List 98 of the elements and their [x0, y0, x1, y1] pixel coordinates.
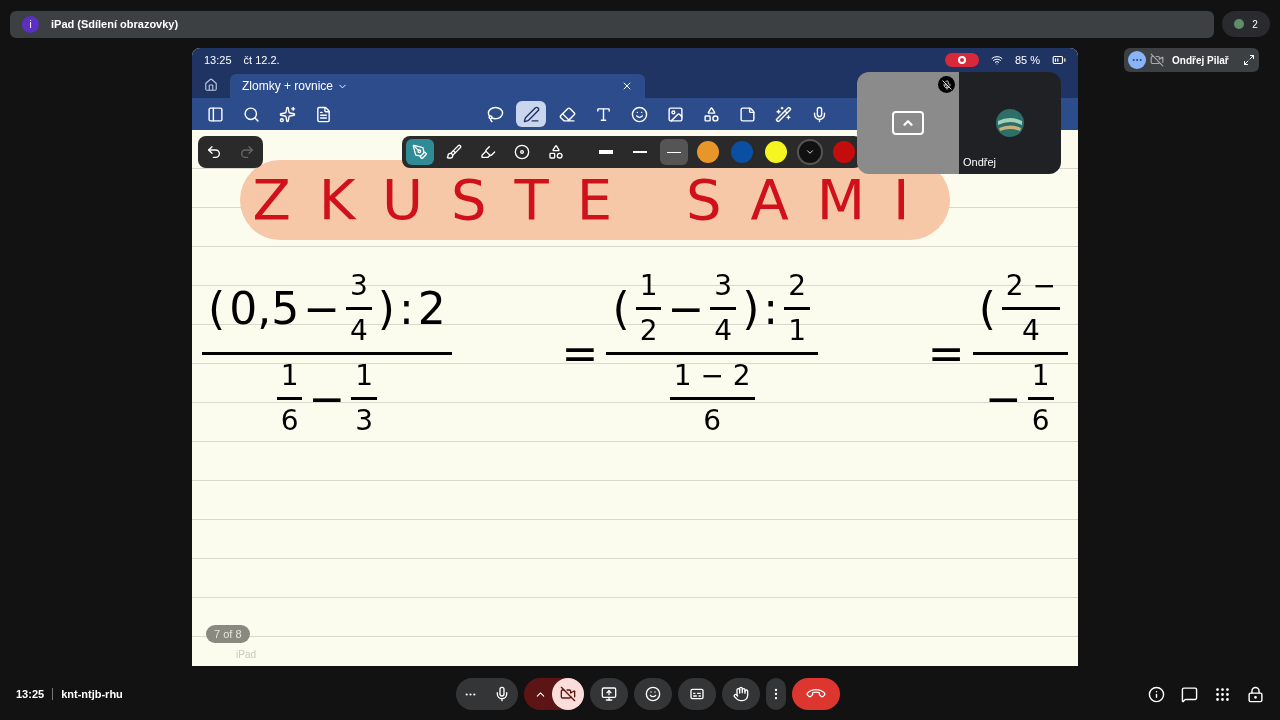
equals-sign: = [561, 326, 599, 381]
battery-level: 85 % [1014, 52, 1040, 68]
close-icon[interactable] [621, 80, 633, 92]
expand-icon[interactable] [1243, 54, 1255, 66]
presentation-title: iPad (Sdílení obrazovky) [51, 16, 179, 32]
status-time: 13:25 [204, 52, 232, 68]
numerator: 1 [1030, 358, 1051, 394]
math-symbol: 2 [417, 281, 446, 336]
info-icon[interactable] [1148, 685, 1165, 703]
camera-off-icon [560, 686, 576, 702]
search-icon [242, 105, 260, 123]
numerator: 2 − [1004, 268, 1057, 304]
color-swatch[interactable] [697, 141, 719, 163]
numerator: 2 [787, 268, 807, 304]
leave-call-button[interactable] [792, 678, 840, 710]
lock-icon[interactable] [1247, 685, 1264, 703]
handwritten-heading: ZKUSTE SAMI [252, 166, 938, 234]
denominator: 6 [702, 403, 723, 439]
avatar-icon [1234, 19, 1245, 29]
denominator: 3 [354, 403, 375, 439]
smiley-icon [630, 105, 648, 123]
chevron-down-icon [805, 147, 815, 157]
image-icon [666, 105, 684, 123]
numerator: 1 [279, 358, 300, 394]
meeting-code: knt-ntjb-rhu [61, 686, 123, 702]
note-icon [738, 105, 756, 123]
numerator: 3 [349, 268, 369, 304]
highlighter-icon [480, 144, 496, 160]
pen-icon [522, 105, 540, 123]
math-symbol: ) [377, 281, 396, 336]
share-screen-icon [892, 111, 924, 135]
numerator: 1 [638, 268, 659, 304]
fountain-pen-icon [412, 144, 428, 160]
document-icon [314, 105, 332, 123]
math-symbol: : [763, 281, 779, 336]
presenter-badge: i [22, 15, 39, 33]
denominator: 2 [638, 313, 659, 349]
math-symbol: − [308, 371, 346, 426]
sparkle-icon [278, 105, 296, 123]
fountain-pen-tool[interactable] [406, 139, 434, 165]
shapes-icon [702, 105, 720, 123]
text-box-icon [594, 105, 612, 123]
present-button[interactable] [590, 678, 628, 710]
denominator: 6 [279, 403, 300, 439]
lasso-icon [486, 105, 504, 123]
chat-icon[interactable] [1181, 685, 1198, 703]
shapes-icon [548, 144, 564, 160]
status-date: čt 12.2. [243, 52, 280, 68]
math-symbol: − [303, 281, 341, 336]
color-swatch[interactable] [833, 141, 855, 163]
numerator: 3 [713, 268, 734, 304]
math-symbol: : [399, 281, 414, 336]
numerator: 1 − 2 [672, 358, 752, 394]
avatar-icon [996, 109, 1024, 137]
wifi-icon [990, 54, 1003, 66]
math-symbol: − [984, 371, 1022, 426]
brush-icon [446, 144, 462, 160]
meeting-time: 13:25 [16, 686, 45, 702]
undo-icon[interactable] [206, 144, 223, 160]
math-symbol: ( [208, 281, 226, 336]
denominator: 4 [713, 313, 734, 349]
page-indicator: 7 of 8 [206, 624, 250, 643]
raise-hand-button[interactable] [722, 678, 760, 710]
pen-tool[interactable] [516, 101, 546, 127]
more-options-icon[interactable] [1128, 51, 1146, 69]
equals-sign: = [927, 326, 965, 381]
participant-name: Ondřej Pilař [1172, 53, 1229, 68]
color-swatch[interactable] [799, 141, 821, 163]
home-icon[interactable] [204, 78, 218, 92]
camera-button[interactable] [552, 678, 584, 710]
smiley-icon [645, 686, 661, 702]
apps-icon[interactable] [1214, 685, 1231, 703]
math-symbol: ( [612, 281, 630, 336]
math-symbol: − [667, 281, 705, 336]
denominator: 6 [1030, 403, 1051, 439]
monitor-icon [601, 686, 617, 702]
numerator: 1 [354, 358, 375, 394]
denominator: 1 [787, 313, 807, 349]
denominator: 4 [1021, 313, 1041, 349]
sidebar-icon [206, 105, 224, 123]
math-symbol: 0,5 [229, 281, 300, 336]
math-symbol: ) [742, 281, 760, 336]
disc-icon [514, 144, 530, 160]
color-swatch[interactable] [731, 141, 753, 163]
battery-icon [1052, 53, 1066, 67]
math-symbol: ( [978, 281, 996, 336]
denominator: 4 [349, 313, 369, 349]
captions-icon [689, 686, 705, 702]
color-swatch[interactable] [765, 141, 787, 163]
redo-icon[interactable] [238, 144, 255, 160]
wand-icon [774, 105, 792, 123]
participant-name: Ondřej [963, 154, 997, 170]
participants-button[interactable]: 2 [1222, 11, 1270, 37]
document-tab[interactable]: Zlomky + rovnice [230, 74, 645, 98]
eraser-icon [558, 105, 576, 123]
captions-button[interactable] [678, 678, 716, 710]
reactions-button[interactable] [634, 678, 672, 710]
hand-icon [733, 686, 749, 702]
